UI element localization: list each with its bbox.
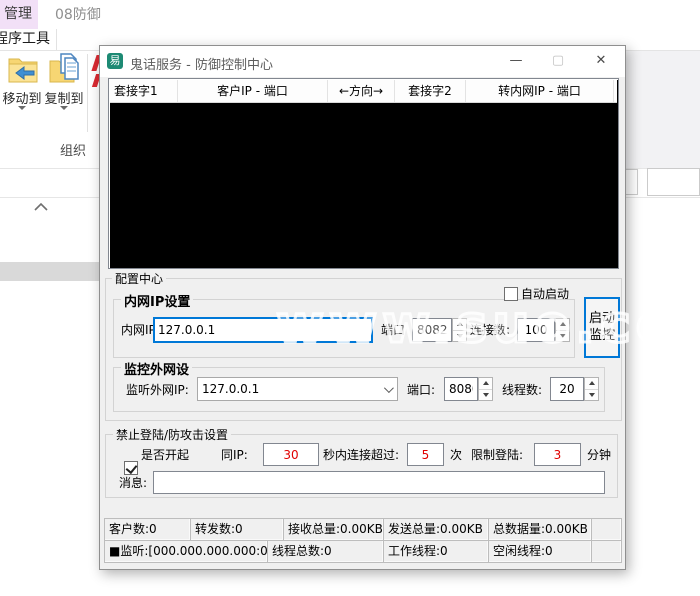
- spin-down-button[interactable]: [453, 329, 466, 342]
- dialog-title: 鬼话服务 - 防御控制中心: [130, 58, 273, 73]
- listview-header: 套接字1 客户IP - 端口 ←方向→ 套接字2 转内网IP - 端口: [110, 80, 617, 103]
- times-label: 次: [450, 448, 463, 462]
- status-data-total: 总数据量:0.00KB: [488, 518, 592, 541]
- limit-login-label: 限制登陆:: [471, 448, 524, 462]
- file-list-selected-row[interactable]: [0, 262, 99, 281]
- auto-start-checkbox[interactable]: [504, 287, 518, 301]
- listen-wan-ip-label: 监听外网IP:: [126, 383, 189, 397]
- threads-label: 线程数:: [502, 383, 543, 397]
- lan-ip-input[interactable]: [153, 317, 373, 343]
- column-socket1[interactable]: 套接字1: [110, 80, 178, 102]
- config-center-label: 配置中心: [112, 270, 167, 287]
- tab-separator: [56, 29, 57, 50]
- status-threads-working: 工作线程:0: [383, 540, 489, 563]
- copy-to-button[interactable]: 复制到: [44, 52, 84, 114]
- same-ip-label: 同IP:: [221, 448, 248, 462]
- move-to-label: 移动到: [2, 92, 42, 107]
- threads-input[interactable]: [550, 377, 584, 401]
- conn-count-input[interactable]: [517, 318, 555, 342]
- listen-wan-ip-combobox[interactable]: 127.0.0.1: [197, 377, 398, 401]
- status-send-total: 发送总量:0.00KB: [383, 518, 489, 541]
- conn-count-label: 连接数:: [470, 323, 511, 337]
- threads-spinner: [584, 377, 599, 401]
- block-enable-label: 是否开起: [141, 448, 190, 462]
- move-to-dropdown-icon[interactable]: [18, 106, 26, 110]
- dialog-titlebar[interactable]: 易 鬼话服务 - 防御控制中心 — ▢ ✕: [100, 46, 625, 77]
- collapse-chevron-icon[interactable]: [33, 201, 49, 212]
- tab-program-tools[interactable]: 程序工具: [0, 29, 56, 50]
- status-listening: ■监听:[000.000.000.000:0000]: [104, 540, 268, 563]
- exceed-input[interactable]: [407, 443, 444, 466]
- copy-to-label: 复制到: [44, 92, 84, 107]
- status-threads-idle: 空闲线程:0: [488, 540, 592, 563]
- block-enable-checkbox[interactable]: [124, 461, 138, 475]
- spin-up-button[interactable]: [585, 378, 598, 389]
- listen-wan-ip-value: 127.0.0.1: [202, 382, 260, 396]
- address-bar-partial[interactable]: [625, 169, 638, 195]
- limit-login-input[interactable]: [534, 443, 581, 466]
- lan-port-label: 端口: [381, 323, 406, 337]
- connection-listview[interactable]: 套接字1 客户IP - 端口 ←方向→ 套接字2 转内网IP - 端口: [108, 78, 619, 269]
- minutes-label: 分钟: [587, 448, 612, 462]
- move-to-icon: [6, 52, 40, 86]
- lan-ip-group-label: 内网IP设置: [121, 291, 194, 310]
- copy-to-dropdown-icon[interactable]: [60, 106, 68, 110]
- wan-monitor-group-label: 监控外网设: [121, 359, 193, 378]
- wan-port-input[interactable]: [444, 377, 478, 401]
- listview-body[interactable]: [110, 104, 617, 267]
- wan-port-spinner: [478, 377, 493, 401]
- lan-port-spinner: [452, 318, 467, 342]
- search-box-partial[interactable]: [647, 168, 700, 196]
- block-login-group-label: 禁止登陆/防攻击设置: [113, 426, 232, 443]
- combobox-dropdown-icon[interactable]: [383, 383, 394, 394]
- status-clients: 客户数:0: [104, 518, 191, 541]
- lan-ip-group-label-text: 内网IP设置: [124, 295, 191, 310]
- status-filler-1: [591, 518, 622, 541]
- column-socket2[interactable]: 套接字2: [395, 80, 466, 102]
- status-filler-2: [591, 540, 622, 563]
- same-ip-input[interactable]: [263, 443, 319, 466]
- exceed-label: 秒内连接超过:: [323, 448, 400, 462]
- defense-control-dialog: 易 鬼话服务 - 防御控制中心 — ▢ ✕ 套接字1 客户IP - 端口 ←方向…: [99, 45, 626, 570]
- status-threads-total: 线程总数:0: [267, 540, 384, 563]
- minimize-button[interactable]: —: [503, 50, 529, 72]
- screen: { "background": { "tabs": { "manage": "管…: [0, 0, 700, 596]
- auto-start-label: 自动启动: [521, 287, 570, 301]
- ribbon-separator: [87, 54, 88, 132]
- column-direction[interactable]: ←方向→: [328, 80, 395, 102]
- status-recv-total: 接收总量:0.00KB: [283, 518, 384, 541]
- spin-down-button[interactable]: [479, 388, 492, 401]
- ribbon-group-organize-label: 组织: [60, 144, 87, 159]
- status-forwards: 转发数:0: [190, 518, 284, 541]
- app-logo-icon: 易: [107, 53, 123, 69]
- close-button[interactable]: ✕: [588, 50, 614, 72]
- message-input[interactable]: [153, 471, 605, 494]
- column-client-ip-port[interactable]: 客户IP - 端口: [178, 80, 328, 102]
- spin-down-button[interactable]: [556, 329, 569, 342]
- message-label: 消息:: [119, 476, 148, 490]
- wan-port-label: 端口:: [407, 383, 436, 397]
- spin-up-button[interactable]: [453, 319, 466, 330]
- column-forward-ip-port[interactable]: 转内网IP - 端口: [466, 80, 614, 102]
- copy-to-icon: [48, 52, 82, 86]
- spin-down-button[interactable]: [585, 388, 598, 401]
- tab-manage[interactable]: 管理: [0, 0, 38, 29]
- spin-up-button[interactable]: [556, 319, 569, 330]
- spin-up-button[interactable]: [479, 378, 492, 389]
- lan-port-input[interactable]: [412, 318, 452, 342]
- move-to-button[interactable]: 移动到: [2, 52, 42, 114]
- start-monitor-button[interactable]: 启动监控: [584, 297, 620, 358]
- maximize-button: ▢: [551, 53, 565, 68]
- background-right-pane: [625, 51, 700, 168]
- conn-count-spinner: [555, 318, 570, 342]
- column-filler: [614, 80, 617, 102]
- window-title-background: 08防御: [55, 7, 101, 23]
